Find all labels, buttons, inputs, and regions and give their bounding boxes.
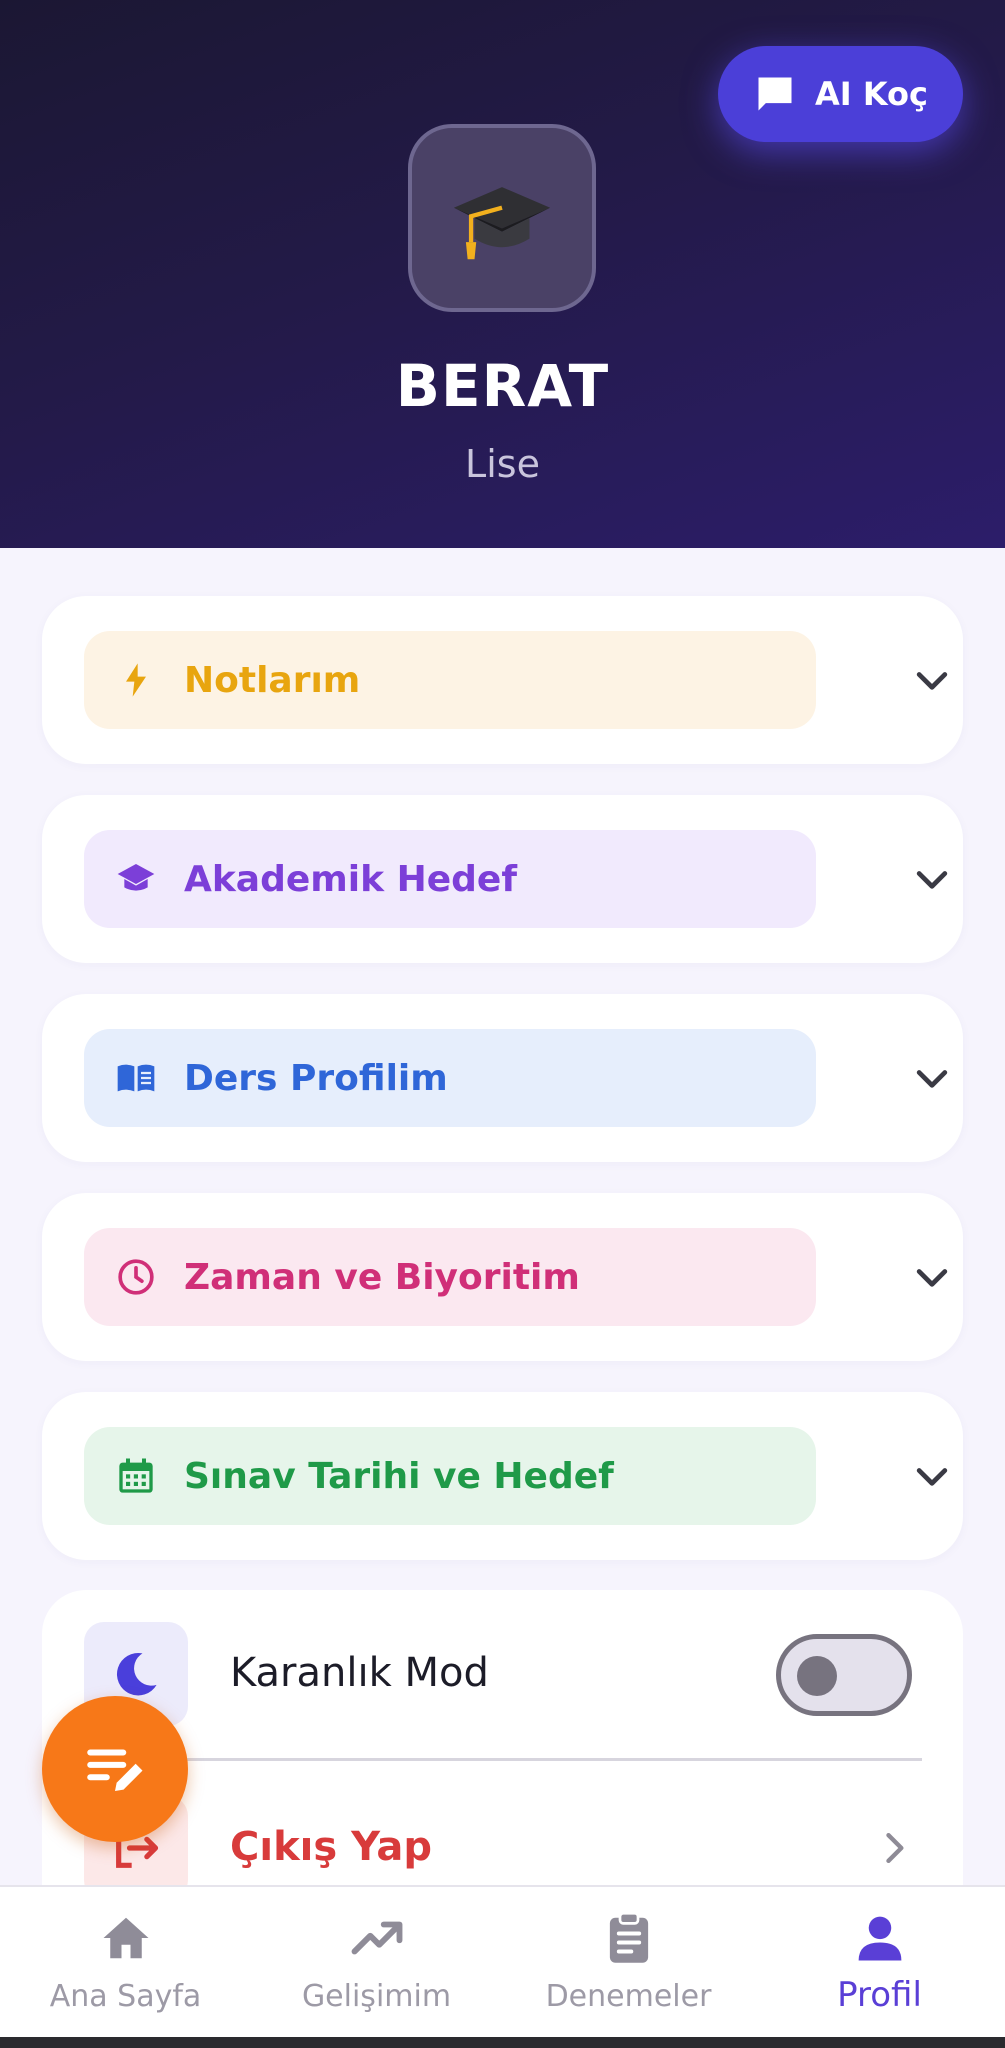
nav-item-profile[interactable]: Profil (754, 1887, 1005, 2039)
person-icon (858, 1916, 901, 1961)
nav-item-exams[interactable]: Denemeler (503, 1887, 754, 2039)
dark-mode-toggle[interactable] (776, 1634, 912, 1716)
profile-screen: AI Koç BERAT Lise Notlarım Akademik Hede… (0, 0, 1005, 2048)
nav-item-progress[interactable]: Gelişimim (251, 1887, 502, 2039)
chat-icon (758, 77, 792, 111)
chevron-down-icon[interactable] (910, 857, 954, 901)
section-label: Zaman ve Biyoritim (184, 1256, 580, 1298)
section-label: Sınav Tarihi ve Hedef (184, 1455, 614, 1497)
section-label: Notlarım (184, 659, 361, 701)
nav-item-home[interactable]: Ana Sayfa (0, 1887, 251, 2039)
section-header-notes[interactable]: Notlarım (84, 631, 816, 729)
section-card-time-biorhythm[interactable]: Zaman ve Biyoritim (42, 1193, 963, 1361)
section-header-course-profile[interactable]: Ders Profilim (84, 1029, 816, 1127)
chevron-down-icon[interactable] (910, 658, 954, 702)
nav-label: Denemeler (545, 1979, 712, 2014)
nav-label: Gelişimim (301, 1979, 452, 2014)
section-label: Akademik Hedef (184, 858, 517, 900)
quick-note-fab[interactable] (42, 1696, 188, 1842)
system-nav-bar (0, 2037, 1005, 2048)
book-icon (117, 1064, 155, 1092)
divider (84, 1758, 922, 1761)
graduation-cap-emoji-icon (453, 187, 551, 260)
logout-label[interactable]: Çıkış Yap (230, 1824, 432, 1870)
chevron-down-icon[interactable] (910, 1056, 954, 1100)
edit-note-icon (87, 1749, 143, 1791)
user-name: BERAT (395, 352, 610, 420)
user-level: Lise (465, 442, 540, 486)
toggle-knob (797, 1656, 837, 1696)
calendar-icon (119, 1458, 153, 1493)
profile-header: AI Koç BERAT Lise (0, 0, 1005, 548)
chevron-down-icon[interactable] (910, 1255, 954, 1299)
chevron-right-icon[interactable] (872, 1826, 916, 1870)
ai-coach-label: AI Koç (815, 75, 928, 113)
trending-up-icon (351, 1921, 402, 1955)
bottom-navigation: Ana Sayfa Gelişimim Denemeler Profil (0, 1885, 1005, 2037)
nav-label: Ana Sayfa (49, 1979, 202, 2014)
section-label: Ders Profilim (184, 1057, 448, 1099)
moon-icon (116, 1652, 157, 1696)
nav-label: Profil (837, 1975, 922, 2015)
section-header-academic-goal[interactable]: Akademik Hedef (84, 830, 816, 928)
dark-mode-label: Karanlık Mod (230, 1650, 489, 1696)
section-card-exam-date[interactable]: Sınav Tarihi ve Hedef (42, 1392, 963, 1560)
section-card-academic-goal[interactable]: Akademik Hedef (42, 795, 963, 963)
bolt-icon (126, 663, 146, 697)
section-card-course-profile[interactable]: Ders Profilim (42, 994, 963, 1162)
section-header-time-biorhythm[interactable]: Zaman ve Biyoritim (84, 1228, 816, 1326)
ai-coach-button[interactable]: AI Koç (718, 46, 963, 142)
section-card-notes[interactable]: Notlarım (42, 596, 963, 764)
section-header-exam-date[interactable]: Sınav Tarihi ve Hedef (84, 1427, 816, 1525)
avatar[interactable] (408, 124, 596, 312)
chevron-down-icon[interactable] (910, 1454, 954, 1498)
home-icon (103, 1917, 148, 1959)
clock-icon (118, 1259, 154, 1295)
graduation-cap-icon (117, 864, 155, 891)
clipboard-icon (609, 1911, 648, 1963)
